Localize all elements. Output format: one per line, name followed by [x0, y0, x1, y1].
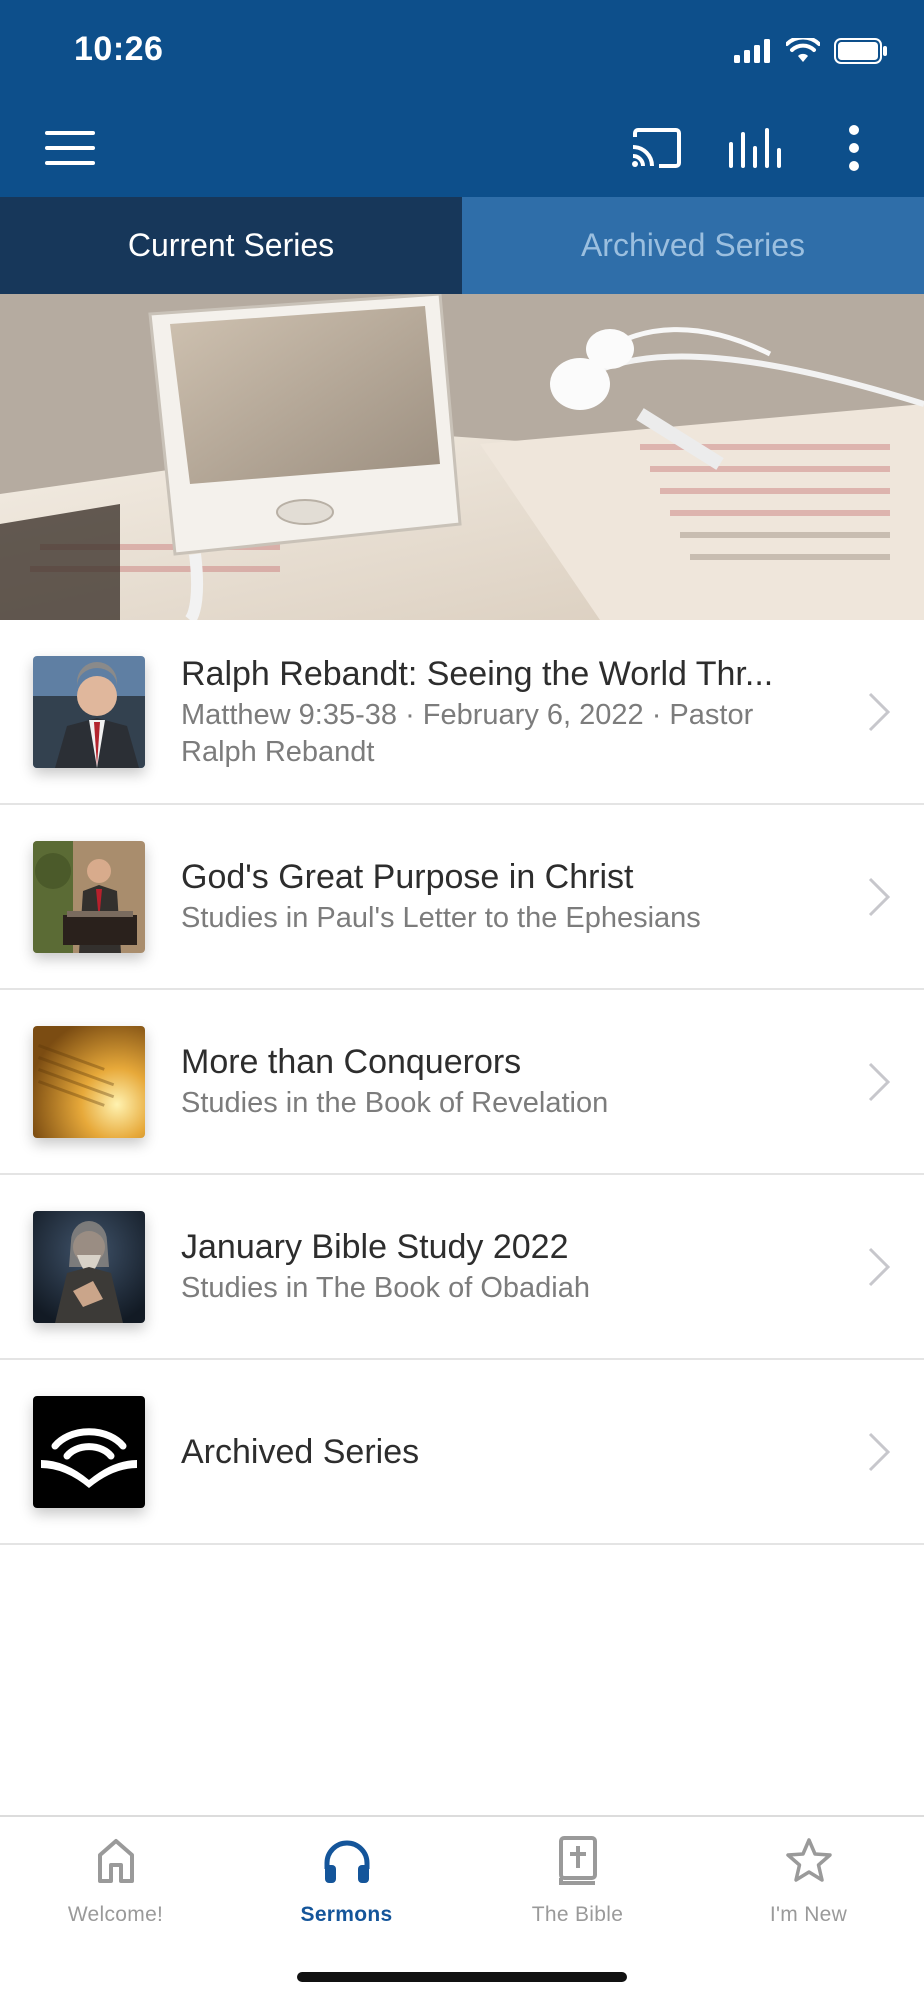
- series-title: Ralph Rebandt: Seeing the World Thr...: [181, 654, 774, 693]
- tab-label: The Bible: [531, 1903, 624, 1926]
- battery-icon: [834, 38, 887, 64]
- series-title: God's Great Purpose in Christ: [181, 858, 634, 896]
- chevron-right-icon: [868, 877, 890, 917]
- series-subtitle: Matthew 9:35-38 · February 6, 2022 · Pas…: [181, 698, 754, 768]
- tab-label: I'm New: [769, 1903, 848, 1926]
- chevron-right-icon: [868, 692, 890, 732]
- series-list: Ralph Rebandt: Seeing the World Thr... M…: [0, 620, 924, 1545]
- series-title: January Bible Study 2022: [181, 1228, 569, 1266]
- cast-button[interactable]: [627, 118, 687, 178]
- series-title: More than Conquerors: [181, 1043, 522, 1081]
- wifi-icon: [786, 38, 820, 62]
- prophet-painting-thumbnail: [33, 1211, 145, 1323]
- more-vertical-icon: [849, 125, 859, 171]
- audio-button[interactable]: [725, 118, 785, 178]
- revelation-book-thumbnail: [33, 1026, 145, 1138]
- signal-icon: [734, 39, 770, 63]
- app-header: 10:26: [0, 0, 924, 197]
- chevron-right-icon: [868, 1432, 890, 1472]
- list-item[interactable]: Ralph Rebandt: Seeing the World Thr... M…: [0, 620, 924, 805]
- tab-label: Welcome!: [67, 1903, 164, 1926]
- list-item[interactable]: Archived Series: [0, 1360, 924, 1545]
- list-item[interactable]: More than Conquerors Studies in the Book…: [0, 990, 924, 1175]
- pastor-portrait-thumbnail: [33, 656, 145, 768]
- menu-button[interactable]: [40, 118, 100, 178]
- series-subtitle: Studies in Paul's Letter to the Ephesian…: [181, 902, 701, 934]
- list-item[interactable]: January Bible Study 2022 Studies in The …: [0, 1175, 924, 1360]
- chevron-right-icon: [868, 1062, 890, 1102]
- cast-icon: [632, 128, 681, 168]
- star-icon: [785, 1838, 832, 1882]
- chevron-right-icon: [868, 1247, 890, 1287]
- tab-sermons[interactable]: Sermons: [231, 1835, 462, 1927]
- home-icon: [97, 1839, 134, 1883]
- series-title: Archived Series: [181, 1432, 420, 1471]
- tab-im-new[interactable]: I'm New: [693, 1835, 924, 1927]
- series-subtitle: Studies in the Book of Revelation: [181, 1087, 609, 1119]
- hero-image: [0, 294, 924, 620]
- more-options-button[interactable]: [824, 118, 884, 178]
- status-icons: [734, 36, 888, 66]
- preacher-at-pulpit-thumbnail: [33, 841, 145, 953]
- archived-series-logo-thumbnail: [33, 1396, 145, 1508]
- hamburger-menu-icon: [45, 131, 95, 165]
- tab-the-bible[interactable]: The Bible: [462, 1835, 693, 1927]
- bible-icon: [558, 1836, 597, 1885]
- phone-on-bible-illustration: [0, 294, 924, 620]
- series-tabs: Current Series Archived Series: [0, 197, 924, 294]
- tab-welcome[interactable]: Welcome!: [0, 1835, 231, 1927]
- tab-label: Sermons: [300, 1903, 393, 1926]
- status-time: 10:26: [74, 30, 164, 68]
- series-subtitle: Studies in The Book of Obadiah: [181, 1272, 590, 1304]
- tab-archived-series[interactable]: Archived Series: [462, 197, 924, 294]
- list-item[interactable]: God's Great Purpose in Christ Studies in…: [0, 805, 924, 990]
- home-indicator[interactable]: [297, 1972, 627, 1982]
- tab-current-series[interactable]: Current Series: [0, 197, 462, 294]
- audio-bars-icon: [729, 128, 781, 168]
- headphones-icon: [324, 1840, 369, 1883]
